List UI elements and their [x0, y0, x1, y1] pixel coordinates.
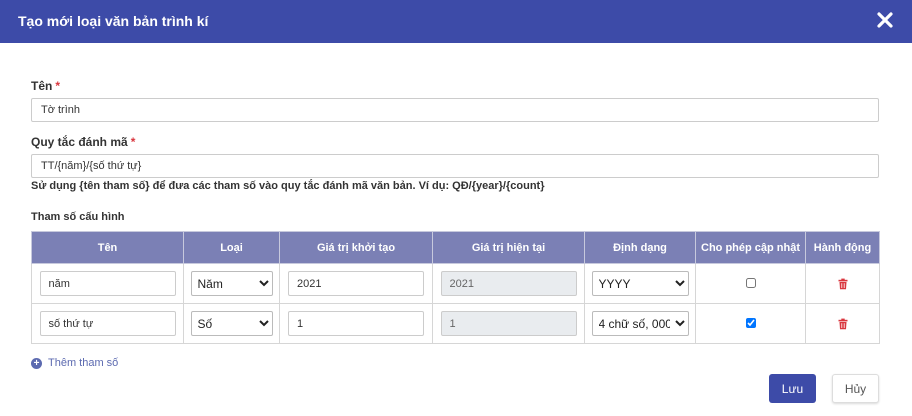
col-header-type: Loại — [183, 231, 280, 264]
trash-icon[interactable] — [837, 318, 849, 330]
allow-update-checkbox[interactable] — [745, 317, 756, 328]
code-rule-hint: Sử dụng {tên tham số} để đưa các tham số… — [31, 180, 545, 192]
col-header-current: Giá trị hiện tại — [432, 231, 585, 264]
initial-value-input[interactable] — [288, 271, 424, 296]
save-button[interactable]: Lưu — [769, 374, 816, 403]
dialog-header: Tạo mới loại văn bản trình kí — [0, 0, 912, 43]
cell-format: YYYY — [584, 263, 696, 304]
table-row: Năm YYYY — [31, 263, 880, 304]
name-label: Tên * — [31, 79, 60, 93]
name-label-text: Tên — [31, 79, 53, 93]
add-param-link[interactable]: + Thêm tham số — [31, 357, 118, 369]
col-header-format: Định dạng — [584, 231, 696, 264]
params-table: Tên Loại Giá trị khởi tạo Giá trị hiện t… — [31, 231, 880, 344]
trash-icon[interactable] — [837, 278, 849, 290]
code-rule-input[interactable] — [31, 154, 879, 178]
col-header-initial: Giá trị khởi tạo — [279, 231, 433, 264]
table-row: Số 4 chữ số, 0001 — [31, 303, 880, 344]
cell-initial — [279, 263, 433, 304]
cell-format: 4 chữ số, 0001 — [584, 303, 696, 344]
param-name-input[interactable] — [39, 311, 176, 336]
add-param-label: Thêm tham số — [48, 357, 119, 369]
format-select[interactable]: 4 chữ số, 0001 — [591, 311, 689, 336]
cell-type: Số — [183, 303, 280, 344]
cell-initial — [279, 303, 433, 344]
required-mark: * — [55, 79, 61, 93]
plus-circle-icon: + — [31, 357, 42, 369]
current-value-input — [440, 311, 577, 336]
table-header-row: Tên Loại Giá trị khởi tạo Giá trị hiện t… — [31, 231, 880, 264]
col-header-actions: Hành động — [805, 231, 880, 264]
current-value-input — [440, 271, 577, 296]
initial-value-input[interactable] — [288, 311, 424, 336]
close-icon[interactable] — [876, 11, 894, 29]
col-header-allow-update: Cho phép cập nhật — [695, 231, 806, 264]
cell-name — [31, 263, 184, 304]
param-type-select[interactable]: Năm — [190, 271, 273, 296]
cancel-button[interactable]: Hủy — [832, 374, 879, 403]
code-rule-label: Quy tắc đánh mã * — [31, 135, 135, 149]
cell-current — [432, 303, 585, 344]
cell-current — [432, 263, 585, 304]
param-type-select[interactable]: Số — [190, 311, 273, 336]
params-label: Tham số cấu hình — [31, 211, 125, 223]
param-name-input[interactable] — [39, 271, 176, 296]
format-select[interactable]: YYYY — [591, 271, 689, 296]
required-mark: * — [130, 135, 136, 149]
cell-actions — [805, 263, 880, 304]
cell-allow-update — [695, 303, 806, 344]
cell-allow-update — [695, 263, 806, 304]
cell-type: Năm — [183, 263, 280, 304]
code-rule-label-text: Quy tắc đánh mã — [31, 135, 128, 149]
cell-actions — [805, 303, 880, 344]
dialog-title: Tạo mới loại văn bản trình kí — [18, 13, 209, 29]
name-input[interactable] — [31, 98, 879, 122]
col-header-name: Tên — [31, 231, 184, 264]
cell-name — [31, 303, 184, 344]
allow-update-checkbox[interactable] — [745, 277, 756, 288]
